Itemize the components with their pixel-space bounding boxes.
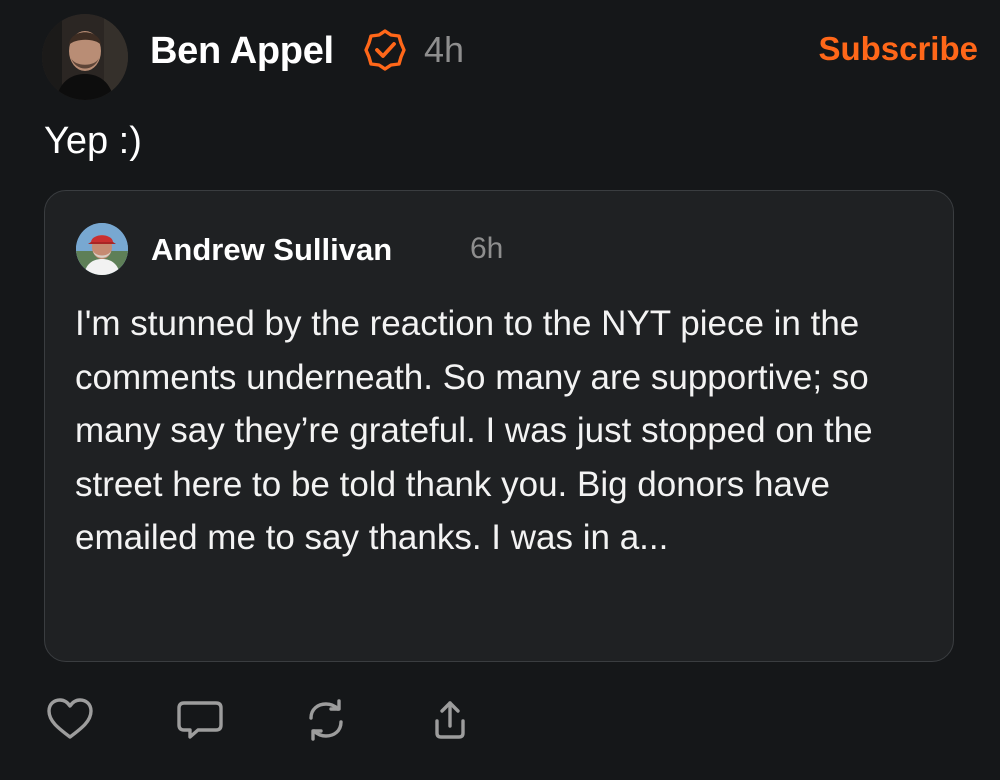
post-actions [44, 694, 504, 746]
like-button[interactable] [44, 694, 96, 746]
verified-icon [363, 28, 407, 72]
post-header: Ben Appel 4h Subscribe [42, 14, 978, 100]
quoted-post-card[interactable]: Andrew Sullivan 6h I'm stunned by the re… [44, 190, 954, 662]
share-icon [424, 694, 476, 746]
author-name[interactable]: Ben Appel [150, 32, 334, 70]
restack-button[interactable] [300, 694, 352, 746]
heart-icon [44, 694, 96, 746]
quoted-post-text: I'm stunned by the reaction to the NYT p… [75, 304, 873, 557]
comment-button[interactable] [174, 694, 226, 746]
post-timestamp: 4h [424, 29, 465, 70]
comment-icon [174, 694, 226, 746]
post-text: Yep :) [44, 120, 142, 162]
quoted-post-timestamp: 6h [470, 232, 504, 265]
subscribe-button[interactable]: Subscribe [818, 32, 978, 65]
restack-icon [300, 694, 352, 746]
quoted-author-name[interactable]: Andrew Sullivan [151, 234, 392, 265]
quoted-author-avatar[interactable] [76, 223, 128, 275]
share-button[interactable] [424, 694, 476, 746]
author-avatar[interactable] [42, 14, 128, 100]
